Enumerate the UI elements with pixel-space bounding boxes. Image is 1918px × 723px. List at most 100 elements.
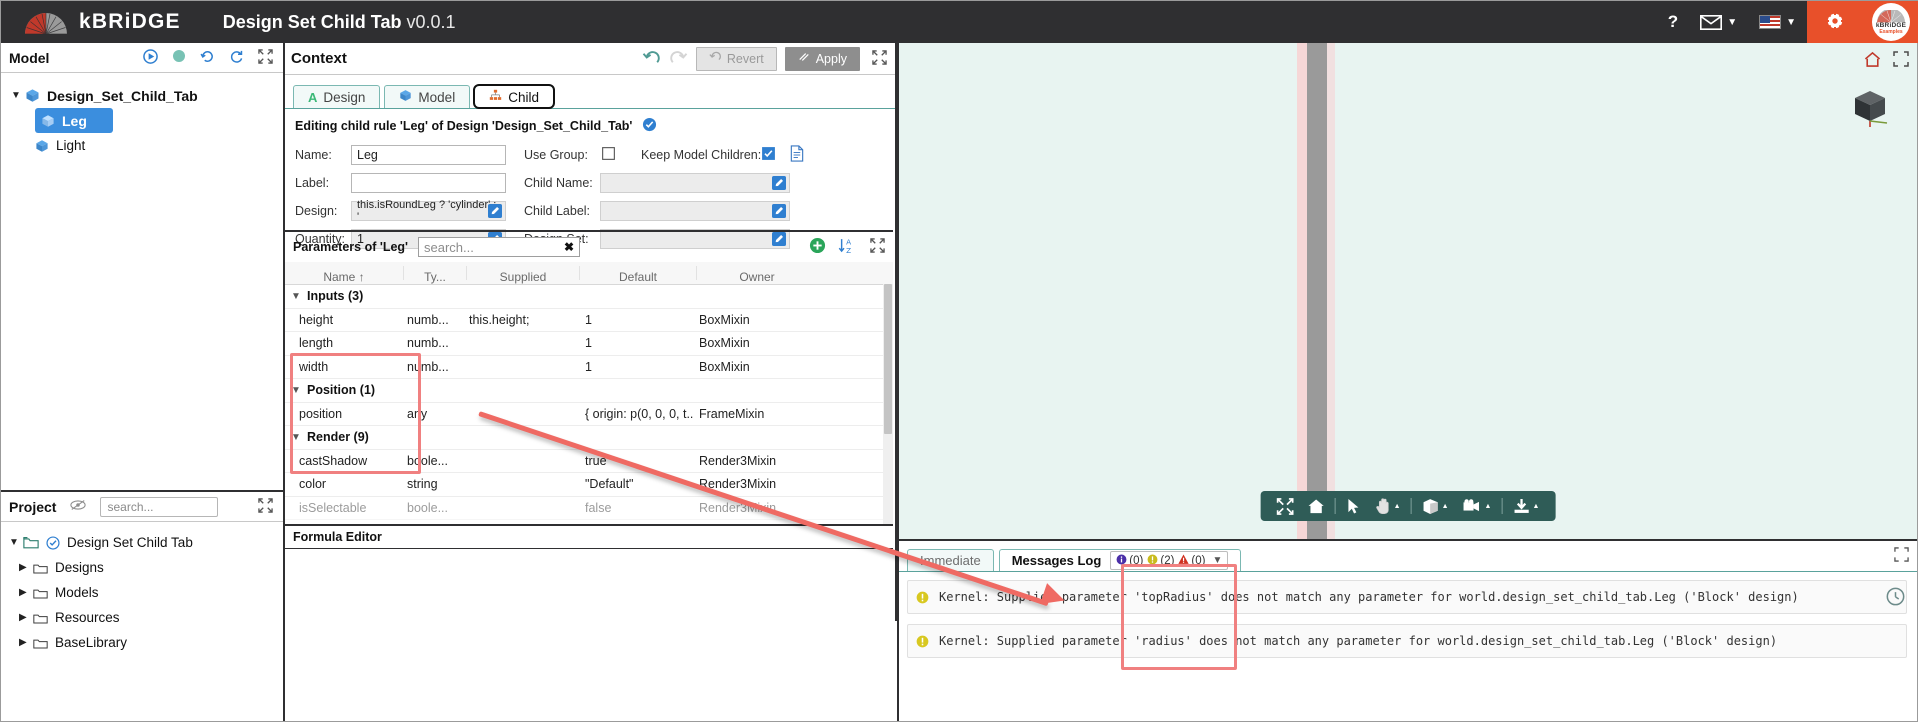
message-counts[interactable]: (0) (2) (0) ▼ [1110, 551, 1229, 570]
tab-messages-log[interactable]: Messages Log (0) (2) (0) ▼ [998, 549, 1242, 571]
home-icon[interactable] [1864, 51, 1881, 71]
child-label-field[interactable] [600, 201, 790, 221]
project-tree-item-designs-label: Designs [55, 560, 104, 575]
edit-pencil-icon[interactable] [488, 204, 502, 221]
expand-icon[interactable] [870, 238, 885, 256]
project-tree-item-baselibrary[interactable]: ▶ BaseLibrary [1, 630, 283, 655]
chevron-right-icon[interactable]: ▶ [19, 562, 33, 573]
view-cube-icon[interactable] [1847, 83, 1893, 132]
project-tree-item-designs[interactable]: ▶ Designs [1, 555, 283, 580]
add-circle-icon[interactable] [809, 237, 826, 257]
visibility-icon[interactable] [70, 499, 87, 514]
column-header-supplied[interactable]: Supplied [467, 266, 580, 284]
table-row[interactable]: isSelectable boole... false Render3Mixin [285, 497, 893, 520]
project-tree-item-resources[interactable]: ▶ Resources [1, 605, 283, 630]
help-button[interactable]: ? [1657, 1, 1689, 43]
parameters-group-position[interactable]: ▼ Position (1) [285, 379, 893, 403]
tab-immediate[interactable]: Immediate [907, 549, 994, 571]
kbridge-logo-icon [23, 9, 69, 35]
child-name-field[interactable] [600, 173, 790, 193]
parameters-scrollbar[interactable] [883, 284, 893, 524]
run-icon[interactable] [143, 48, 158, 67]
language-menu-button[interactable]: ▼ [1748, 1, 1807, 43]
model-tree-item-light[interactable]: Light [1, 133, 283, 158]
redo-icon[interactable] [669, 48, 688, 70]
keep-model-children-checkbox[interactable] [762, 147, 776, 163]
clear-x-icon[interactable]: ✖ [564, 240, 574, 254]
history-icon[interactable] [200, 49, 215, 67]
column-header-default[interactable]: Default [580, 266, 697, 284]
table-row[interactable]: length numb... 1 BoxMixin [285, 332, 893, 356]
tab-model[interactable]: Model [384, 85, 471, 108]
name-field[interactable]: Leg [351, 145, 506, 165]
expand-icon[interactable] [872, 49, 887, 68]
expand-icon[interactable] [1894, 547, 1909, 565]
form-row-design: Design: this.isRoundLeg ? 'cylinder' : '… [295, 199, 885, 223]
parameters-group-render[interactable]: ▼ Render (9) [285, 426, 893, 450]
project-tree-root[interactable]: ▼ Design Set Child Tab [1, 530, 283, 555]
child-label-label: Child Label: [524, 204, 591, 218]
chevron-right-icon[interactable]: ▶ [19, 587, 33, 598]
chevron-down-icon[interactable]: ▼ [285, 291, 307, 302]
expand-icon[interactable] [1893, 51, 1909, 70]
editing-note-text: Editing child rule 'Leg' of Design 'Desi… [295, 119, 633, 133]
chevron-down-icon[interactable]: ▼ [285, 432, 307, 443]
design-field-value: this.isRoundLeg ? 'cylinder' : ' [357, 199, 497, 223]
box-render-icon[interactable]: ▲ [1415, 491, 1456, 521]
download-icon[interactable]: ▲ [1505, 491, 1546, 521]
project-search-input[interactable]: search... [100, 496, 219, 517]
list-item[interactable]: Kernel: Supplied parameter 'radius' does… [907, 624, 1907, 658]
tab-child[interactable]: Child [473, 84, 555, 109]
chevron-down-icon[interactable]: ▼ [285, 385, 307, 396]
parameters-scrollbar-thumb[interactable] [884, 284, 892, 434]
home-icon[interactable] [1301, 491, 1332, 521]
apply-button[interactable]: Apply [784, 46, 860, 71]
undo-icon[interactable] [642, 48, 661, 70]
settings-button[interactable] [1807, 1, 1863, 43]
list-item[interactable]: Kernel: Supplied parameter 'topRadius' d… [907, 580, 1907, 614]
viewport-3d[interactable]: ▲ ▲ ▲ ▲ [897, 43, 1917, 539]
expand-icon[interactable] [258, 48, 273, 67]
use-group-checkbox[interactable] [602, 147, 615, 163]
table-row[interactable]: height numb... this.height; 1 BoxMixin [285, 309, 893, 332]
chevron-down-icon[interactable]: ▼ [11, 90, 25, 101]
design-field[interactable]: this.isRoundLeg ? 'cylinder' : ' [351, 199, 506, 223]
chevron-down-icon[interactable]: ▼ [1212, 555, 1222, 566]
messages-menu-button[interactable]: ▼ [1689, 1, 1748, 43]
context-panel-title: Context [291, 50, 347, 67]
select-arrow-icon[interactable] [1339, 491, 1368, 521]
column-header-type[interactable]: Ty... [404, 266, 467, 284]
revert-button[interactable]: Revert [695, 46, 777, 71]
table-row[interactable]: position any { origin: p(0, 0, 0, t... F… [285, 403, 893, 426]
table-row[interactable]: castShadow boole... true Render3Mixin [285, 450, 893, 473]
info-icon [1116, 554, 1127, 568]
form-row-label: Label: Child Name: [295, 171, 885, 195]
column-header-owner[interactable]: Owner [697, 266, 817, 284]
fit-to-screen-icon[interactable] [1270, 491, 1301, 521]
parameters-search-input[interactable]: search... ✖ [418, 237, 581, 257]
camera-icon[interactable]: ▲ [1456, 491, 1499, 521]
pan-hand-icon[interactable]: ▲ [1368, 491, 1408, 521]
parameters-group-inputs[interactable]: ▼ Inputs (3) [285, 285, 893, 309]
chevron-down-icon[interactable]: ▼ [9, 537, 23, 548]
chevron-right-icon[interactable]: ▶ [19, 637, 33, 648]
formula-editor-body[interactable] [285, 549, 893, 621]
edit-pencil-icon[interactable] [772, 204, 786, 221]
table-row[interactable]: width numb... 1 BoxMixin [285, 356, 893, 379]
sort-az-icon[interactable]: AZ [838, 237, 858, 257]
chevron-right-icon[interactable]: ▶ [19, 612, 33, 623]
expand-icon[interactable] [258, 497, 273, 516]
gear-icon [1825, 11, 1845, 34]
table-row[interactable]: color string "Default" Render3Mixin [285, 473, 893, 497]
refresh-icon[interactable] [229, 49, 244, 67]
edit-pencil-icon[interactable] [772, 176, 786, 193]
project-tree-item-models[interactable]: ▶ Models [1, 580, 283, 605]
examples-badge[interactable]: kBRiDGE Examples [1863, 1, 1918, 43]
column-header-name[interactable]: Name ↑ [285, 266, 404, 284]
tab-design[interactable]: A Design [293, 85, 381, 108]
label-field[interactable] [351, 173, 506, 193]
model-tree-root[interactable]: ▼ Design_Set_Child_Tab [1, 83, 283, 108]
document-icon[interactable] [789, 145, 805, 165]
filter-clock-icon[interactable] [1886, 587, 1905, 609]
model-tree-item-leg[interactable]: Leg [35, 108, 113, 133]
